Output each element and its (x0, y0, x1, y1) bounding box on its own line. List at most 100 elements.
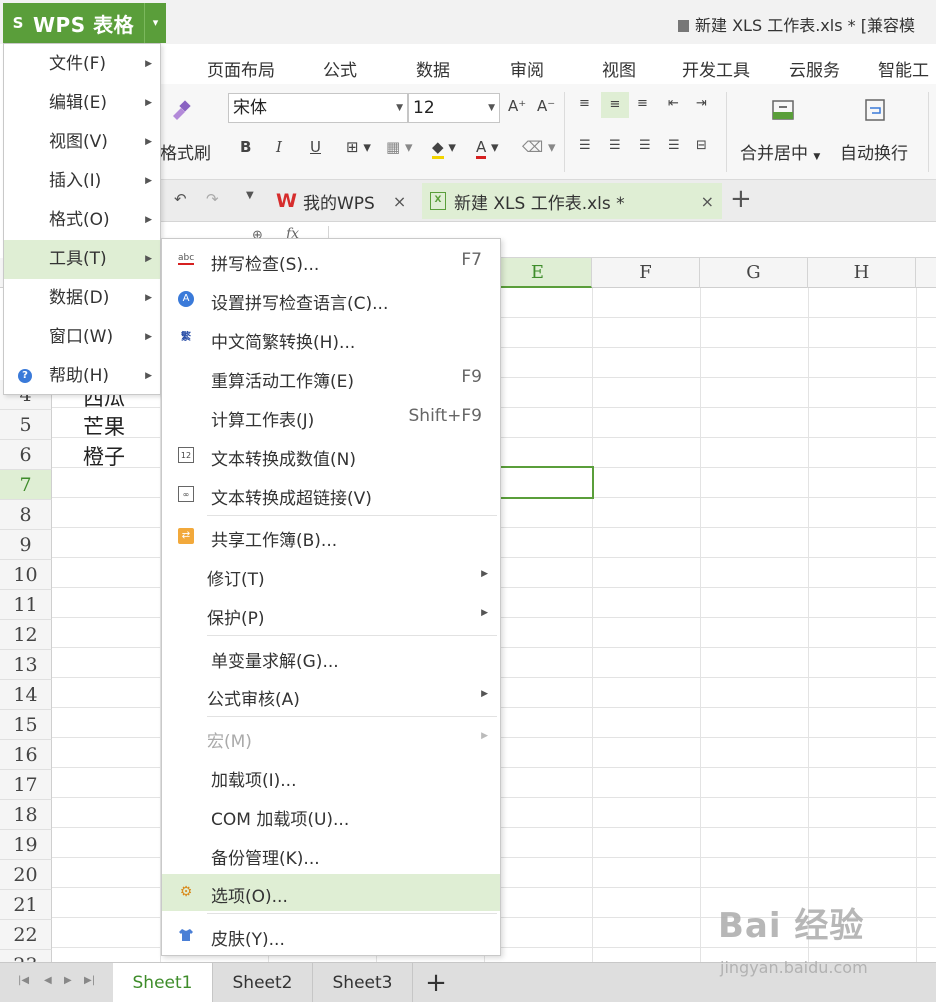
tab-page-layout[interactable]: 页面布局 (207, 56, 275, 81)
wrap-text-button[interactable]: 自动换行 (840, 139, 908, 164)
prev-sheet-icon[interactable]: ◀ (44, 975, 52, 986)
redo-icon[interactable]: ↷ (206, 190, 219, 208)
last-sheet-icon[interactable]: ▶| (84, 975, 95, 986)
italic-button[interactable]: I (276, 138, 282, 156)
menu-item-file[interactable]: 文件(F) ▶ (4, 45, 160, 84)
tab-view[interactable]: 视图 (602, 56, 636, 81)
column-header-f[interactable]: F (592, 258, 700, 288)
align-left-icon[interactable]: ☰ (579, 138, 591, 153)
menu-item-formula-audit[interactable]: 公式审核(A) ▶ (162, 677, 500, 714)
tab-cloud[interactable]: 云服务 (789, 56, 840, 81)
menu-item-skin[interactable]: 皮肤(Y)... (162, 917, 500, 954)
font-name-select[interactable]: 宋体 ▼ (228, 93, 408, 123)
fill-color-icon[interactable]: ◆ ▾ (432, 138, 456, 159)
bold-button[interactable]: B (240, 138, 251, 156)
menu-item-share-workbook[interactable]: ⇄ 共享工作簿(B)... (162, 518, 500, 555)
menu-item-help[interactable]: ? 帮助(H) ▶ (4, 357, 160, 396)
border-icon[interactable]: ⊞ ▾ (346, 138, 371, 156)
menu-item-backup-manager[interactable]: 备份管理(K)... (162, 836, 500, 873)
row-header-22[interactable]: 22 (0, 920, 52, 950)
chevron-down-icon[interactable]: ▾ (144, 3, 166, 43)
menu-item-text-to-hyperlink[interactable]: ∞ 文本转换成超链接(V) (162, 476, 500, 513)
row-header-9[interactable]: 9 (0, 530, 52, 560)
sheet-tab-1[interactable]: Sheet1 (113, 963, 213, 1002)
menu-item-addins[interactable]: 加载项(I)... (162, 758, 500, 795)
new-tab-plus-icon[interactable]: + (730, 184, 752, 214)
tab-current-document[interactable]: X 新建 XLS 工作表.xls * × (422, 183, 722, 219)
menu-item-format[interactable]: 格式(O) ▶ (4, 201, 160, 240)
font-size-select[interactable]: 12 ▼ (408, 93, 500, 123)
merge-center-button[interactable]: 合并居中 ▼ (740, 139, 820, 164)
close-icon[interactable]: × (393, 192, 406, 211)
chevron-down-icon[interactable]: ▼ (396, 94, 403, 122)
row-header-14[interactable]: 14 (0, 680, 52, 710)
menu-item-calc-sheet[interactable]: 计算工作表(J) Shift+F9 (162, 398, 500, 435)
align-middle-icon[interactable]: ≡ (601, 92, 629, 118)
tab-my-wps[interactable]: W 我的WPS × (276, 183, 406, 219)
shrink-font-button[interactable]: A⁻ (537, 97, 555, 115)
tab-formulas[interactable]: 公式 (323, 56, 357, 81)
column-header-i[interactable] (916, 258, 936, 288)
menu-item-spell-check[interactable]: abc 拼写检查(S)... F7 (162, 242, 500, 279)
column-header-h[interactable]: H (808, 258, 916, 288)
row-header-12[interactable]: 12 (0, 620, 52, 650)
row-header-11[interactable]: 11 (0, 590, 52, 620)
menu-item-tools[interactable]: 工具(T) ▶ (4, 240, 160, 279)
decrease-indent-icon[interactable]: ⇤ (668, 96, 679, 111)
underline-button[interactable]: U (310, 138, 321, 156)
sheet-tab-3[interactable]: Sheet3 (313, 963, 413, 1002)
tab-data[interactable]: 数据 (416, 56, 450, 81)
row-header-15[interactable]: 15 (0, 710, 52, 740)
row-header-8[interactable]: 8 (0, 500, 52, 530)
first-sheet-icon[interactable]: |◀ (18, 975, 29, 986)
wps-app-menu-button[interactable]: S WPS 表格 ▾ (3, 3, 166, 43)
row-header-19[interactable]: 19 (0, 830, 52, 860)
align-bottom-icon[interactable]: ≡ (637, 96, 648, 111)
menu-item-recalc-workbook[interactable]: 重算活动工作簿(E) F9 (162, 359, 500, 396)
align-center-icon[interactable]: ☰ (609, 138, 621, 153)
row-header-21[interactable]: 21 (0, 890, 52, 920)
merge-center-icon[interactable] (770, 98, 796, 124)
menu-item-macro[interactable]: 宏(M) ▶ (162, 719, 500, 756)
undo-icon[interactable]: ↶ (174, 190, 187, 208)
justify-icon[interactable]: ☰ (668, 138, 680, 153)
menu-item-revision[interactable]: 修订(T) ▶ (162, 557, 500, 594)
align-right-icon[interactable]: ☰ (639, 138, 651, 153)
row-header-20[interactable]: 20 (0, 860, 52, 890)
menu-item-goal-seek[interactable]: 单变量求解(G)... (162, 639, 500, 676)
menu-item-text-to-number[interactable]: 12 文本转换成数值(N) (162, 437, 500, 474)
font-color-icon[interactable]: A ▾ (476, 138, 499, 159)
menu-item-edit[interactable]: 编辑(E) ▶ (4, 84, 160, 123)
grow-font-button[interactable]: A⁺ (508, 97, 526, 115)
sheet-tab-2[interactable]: Sheet2 (213, 963, 313, 1002)
menu-item-protect[interactable]: 保护(P) ▶ (162, 596, 500, 633)
add-sheet-plus-icon[interactable]: + (418, 963, 454, 1002)
distributed-icon[interactable]: ⊟ (696, 138, 707, 153)
cell-b6[interactable]: 橙子 (83, 441, 125, 471)
align-top-icon[interactable]: ≡ (579, 96, 590, 111)
chevron-down-icon[interactable]: ▼ (813, 152, 820, 162)
menu-item-view[interactable]: 视图(V) ▶ (4, 123, 160, 162)
next-sheet-icon[interactable]: ▶ (64, 975, 72, 986)
row-header-23[interactable]: 23 (0, 950, 52, 962)
row-header-13[interactable]: 13 (0, 650, 52, 680)
row-header-7[interactable]: 7 (0, 470, 52, 500)
menu-item-options[interactable]: ⚙ 选项(O)... (162, 874, 500, 911)
tab-developer[interactable]: 开发工具 (682, 56, 750, 81)
quick-access-dropdown-icon[interactable]: ▼ (246, 190, 254, 201)
menu-item-spell-language[interactable]: A 设置拼写检查语言(C)... (162, 281, 500, 318)
increase-indent-icon[interactable]: ⇥ (696, 96, 707, 111)
menu-item-insert[interactable]: 插入(I) ▶ (4, 162, 160, 201)
clear-format-icon[interactable]: ⌫ ▾ (522, 138, 556, 156)
menu-item-data[interactable]: 数据(D) ▶ (4, 279, 160, 318)
format-painter-label[interactable]: 格式刷 (160, 139, 211, 164)
row-header-17[interactable]: 17 (0, 770, 52, 800)
row-header-16[interactable]: 16 (0, 740, 52, 770)
row-header-10[interactable]: 10 (0, 560, 52, 590)
column-header-g[interactable]: G (700, 258, 808, 288)
chevron-down-icon[interactable]: ▼ (488, 94, 495, 122)
cell-b5[interactable]: 芒果 (83, 411, 125, 441)
wrap-text-icon[interactable] (862, 98, 888, 124)
row-header-18[interactable]: 18 (0, 800, 52, 830)
menu-item-window[interactable]: 窗口(W) ▶ (4, 318, 160, 357)
